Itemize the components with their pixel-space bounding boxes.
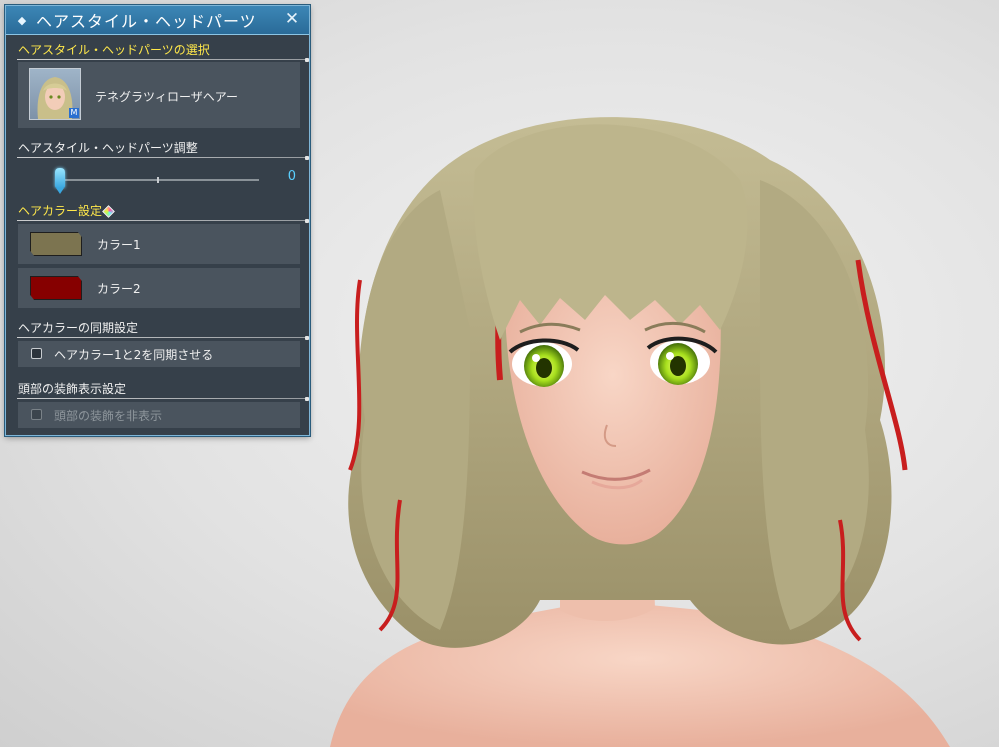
slider-center-tick [157, 177, 159, 183]
hairstyle-thumbnail: M [29, 68, 81, 120]
hairstyle-select-button[interactable]: M テネグラツィローザヘアー [18, 62, 300, 128]
hide-head-deco-label: 頭部の装飾を非表示 [54, 409, 163, 423]
section-title-color: ヘアカラー設定 [17, 203, 309, 223]
section-title-text: ヘアカラーの同期設定 [18, 321, 139, 335]
section-title-sync: ヘアカラーの同期設定 [17, 320, 309, 340]
hairstyle-panel: ◆ ヘアスタイル・ヘッドパーツ ✕ ヘアスタイル・ヘッドパーツの選択 M テネグ… [5, 5, 310, 436]
section-title-text: ヘアカラー設定 [18, 204, 103, 218]
adjust-slider-value: 0 [287, 169, 296, 184]
section-title-adjust: ヘアスタイル・ヘッドパーツ調整 [17, 140, 309, 160]
color2-label: カラー2 [97, 282, 141, 296]
premium-gem-icon [102, 205, 115, 218]
adjust-slider-handle[interactable] [55, 168, 65, 194]
panel-title: ヘアスタイル・ヘッドパーツ [36, 12, 257, 31]
divider-dot [305, 397, 309, 401]
color1-button[interactable]: カラー1 [18, 224, 300, 264]
hide-head-deco-option[interactable]: 頭部の装飾を非表示 [18, 402, 300, 428]
divider-dot [305, 219, 309, 223]
section-title-text: ヘアスタイル・ヘッドパーツ調整 [18, 141, 198, 155]
sync-colors-option[interactable]: ヘアカラー1と2を同期させる [18, 341, 300, 367]
hide-head-deco-checkbox[interactable] [31, 409, 42, 420]
panel-titlebar[interactable]: ◆ ヘアスタイル・ヘッドパーツ ✕ [6, 6, 309, 35]
hairstyle-name: テネグラツィローザヘアー [95, 90, 239, 104]
adjust-slider-track[interactable] [61, 179, 259, 181]
color2-swatch [30, 276, 82, 300]
close-button[interactable]: ✕ [283, 9, 301, 29]
section-title-text: ヘアスタイル・ヘッドパーツの選択 [18, 43, 210, 57]
sync-colors-label: ヘアカラー1と2を同期させる [54, 348, 214, 362]
color1-swatch [30, 232, 82, 256]
section-title-text: 頭部の装飾表示設定 [18, 382, 127, 396]
sync-colors-checkbox[interactable] [31, 348, 42, 359]
divider-dot [305, 336, 309, 340]
color2-button[interactable]: カラー2 [18, 268, 300, 308]
diamond-icon: ◆ [17, 13, 27, 27]
gender-badge: M [69, 108, 79, 118]
color1-label: カラー1 [97, 238, 141, 252]
divider-dot [305, 156, 309, 160]
section-title-head-deco: 頭部の装飾表示設定 [17, 381, 309, 401]
section-title-selection: ヘアスタイル・ヘッドパーツの選択 [17, 42, 309, 62]
hair-streak [348, 279, 362, 471]
divider-dot [305, 58, 309, 62]
